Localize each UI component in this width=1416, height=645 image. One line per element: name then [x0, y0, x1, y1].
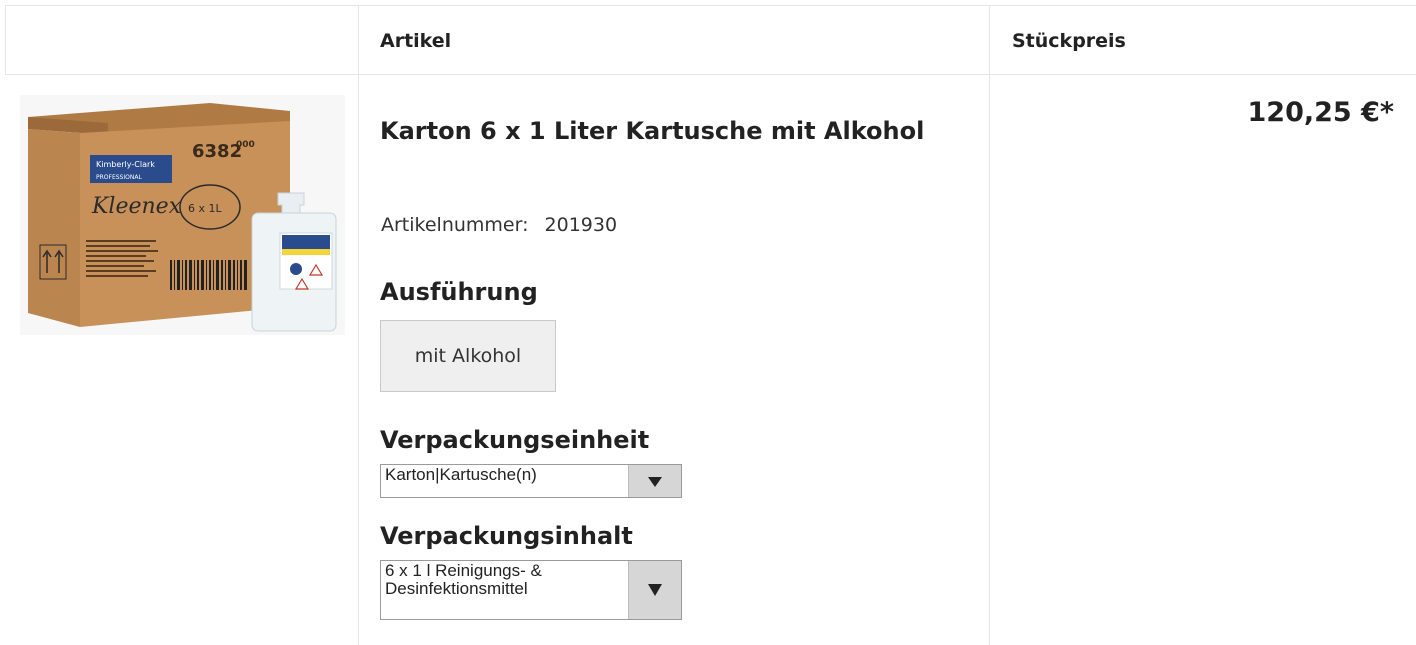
article-number-label: Artikelnummer: [381, 214, 529, 236]
packaging-unit-select[interactable]: Karton|Kartusche(n) [380, 464, 682, 498]
table-column-divider-1 [358, 5, 359, 645]
packaging-unit-heading: Verpackungseinheit [380, 426, 650, 454]
triangle-down-icon[interactable] [628, 465, 681, 497]
header-unit-price: Stückpreis [1012, 30, 1126, 52]
svg-text:6382: 6382 [192, 141, 242, 162]
table-column-divider-2 [989, 5, 990, 645]
packaging-content-heading: Verpackungsinhalt [380, 522, 633, 550]
packaging-unit-value: Karton|Kartusche(n) [385, 465, 537, 484]
svg-text:Kleenex: Kleenex [91, 194, 182, 219]
product-title[interactable]: Karton 6 x 1 Liter Kartusche mit Alkohol [380, 108, 940, 154]
article-number-value: 201930 [544, 214, 618, 236]
product-image[interactable]: Kimberly-Clark PROFESSIONAL 6382 000 Kle… [20, 95, 345, 335]
variant-option-button[interactable]: mit Alkohol [380, 320, 556, 392]
svg-text:Kimberly-Clark: Kimberly-Clark [96, 160, 155, 169]
table-left-border [5, 5, 6, 74]
table-top-border [5, 5, 1416, 6]
header-article: Artikel [380, 30, 452, 52]
svg-text:000: 000 [236, 140, 255, 150]
packaging-content-value: 6 x 1 l Reinigungs- & Desinfektionsmitte… [385, 561, 542, 598]
article-number-row: Artikelnummer: 201930 [381, 214, 617, 236]
variant-option-label: mit Alkohol [414, 345, 522, 367]
triangle-down-icon[interactable] [628, 561, 681, 619]
packaging-content-select[interactable]: 6 x 1 l Reinigungs- & Desinfektionsmitte… [380, 560, 682, 620]
svg-text:6 x 1L: 6 x 1L [188, 202, 223, 215]
unit-price: 120,25 €* [1247, 97, 1395, 128]
svg-text:PROFESSIONAL: PROFESSIONAL [96, 174, 142, 181]
variant-heading: Ausführung [380, 278, 538, 306]
table-header-divider [5, 74, 1416, 75]
